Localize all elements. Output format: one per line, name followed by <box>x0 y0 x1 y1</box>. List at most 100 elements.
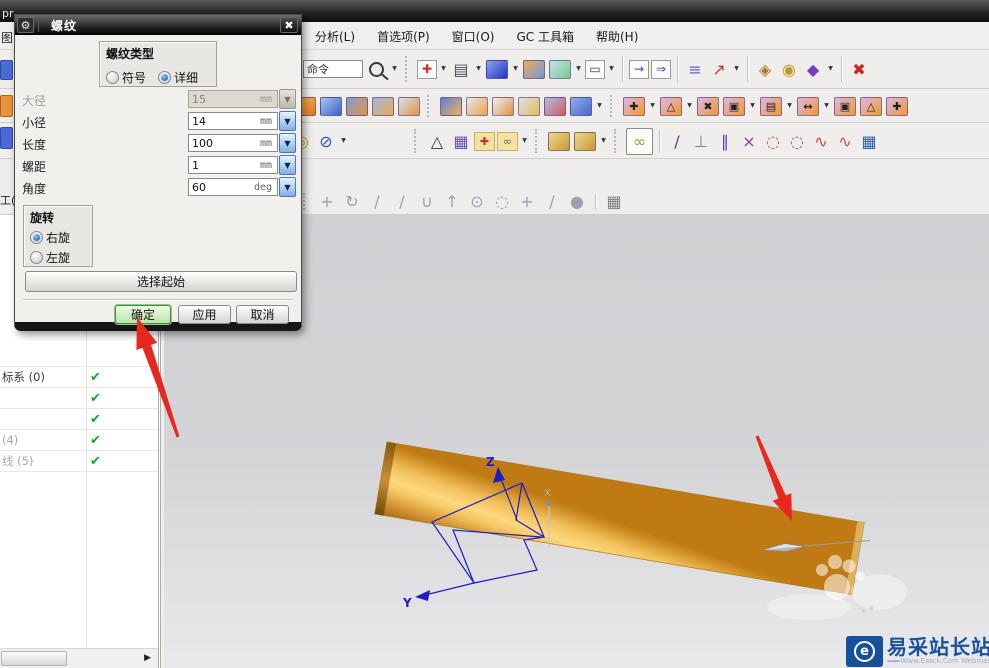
display-mode-icon[interactable]: ▤ <box>450 57 472 82</box>
block-feature-icon[interactable] <box>440 96 462 116</box>
navigator-row[interactable]: ✔ <box>0 388 158 409</box>
bend-feature-icon[interactable] <box>492 96 514 116</box>
resize-face-dropdown-icon[interactable]: ▼ <box>822 101 831 111</box>
select-start-button[interactable]: 选择起始 <box>25 271 297 292</box>
cancel-button[interactable]: 取消 <box>236 305 289 324</box>
display-mode-dropdown-icon[interactable]: ▼ <box>474 64 483 74</box>
field-input[interactable]: 14 mm <box>188 112 278 130</box>
rib-feature-icon[interactable] <box>372 96 394 116</box>
radio-left-hand-circle[interactable] <box>30 251 43 264</box>
ref-circle2-icon[interactable]: ◌ <box>786 129 808 154</box>
radio-detailed-circle[interactable] <box>158 71 172 84</box>
pad-feature-icon[interactable] <box>320 96 342 116</box>
snap-center-icon[interactable]: ⊙ <box>466 189 488 214</box>
sketch-axes-icon[interactable]: ⊥ <box>690 129 712 154</box>
sketch-line-icon[interactable]: / <box>666 129 688 154</box>
ref-circle-icon[interactable]: ◌ <box>762 129 784 154</box>
field-spinner-button[interactable]: ▼ <box>279 133 296 153</box>
interrupt-icon[interactable]: ✖ <box>848 57 870 82</box>
checkmark-icon[interactable]: ✔ <box>90 454 101 469</box>
parallel-constraint-icon[interactable]: ∥ <box>714 129 736 154</box>
field-spinner-button[interactable]: ▼ <box>279 177 296 197</box>
close-icon[interactable]: ✖ <box>280 17 298 33</box>
pocket-feature-icon[interactable] <box>346 96 368 116</box>
group-folder-icon[interactable]: ∞ <box>497 131 518 151</box>
assembly-icon[interactable] <box>548 131 570 151</box>
navigator-row[interactable] <box>0 346 158 367</box>
show-hide-icon[interactable]: ◆ <box>802 57 824 82</box>
pyramid-feature-icon[interactable] <box>544 96 566 116</box>
snap-point-icon[interactable]: + <box>316 189 338 214</box>
surface-grid-icon[interactable]: ▦ <box>858 129 880 154</box>
menu-preferences[interactable]: 首选项(P) <box>368 25 439 48</box>
make-coplanar-icon[interactable]: ▣ <box>834 96 856 116</box>
window-style-dropdown-icon[interactable]: ▼ <box>607 64 616 74</box>
grid-icon[interactable]: ▦ <box>603 189 625 214</box>
layer-settings-icon[interactable]: ≡ <box>684 57 706 82</box>
copy-face-icon[interactable]: ▣ <box>723 96 745 116</box>
assembly-dropdown-icon[interactable]: ▼ <box>599 136 608 146</box>
scrollbar-right-arrow[interactable]: ▶ <box>144 653 151 663</box>
checkmark-icon[interactable]: ✔ <box>90 370 101 385</box>
object-display-icon[interactable]: ◉ <box>778 57 800 82</box>
clip-section-dropdown-icon[interactable]: ▼ <box>574 64 583 74</box>
folder-dropdown-icon[interactable]: ▼ <box>520 136 529 146</box>
curve-dropdown-icon[interactable]: ▼ <box>339 136 348 146</box>
move-to-layer-icon[interactable]: → <box>629 59 649 79</box>
csys-orientation-icon[interactable]: ↗ <box>708 57 730 82</box>
resize-face-icon[interactable]: ↔ <box>797 96 819 116</box>
offset-region-icon[interactable]: △ <box>660 96 682 116</box>
sheet-feature-icon[interactable] <box>466 96 488 116</box>
search-icon[interactable] <box>369 61 384 77</box>
move-face-dropdown-icon[interactable]: ▼ <box>648 101 657 111</box>
suppress-helix-icon[interactable]: ⊘ <box>315 129 337 154</box>
menu-window[interactable]: 窗口(O) <box>443 25 504 48</box>
assembly-explode-icon[interactable] <box>574 131 596 151</box>
cylinder-model[interactable] <box>374 441 865 596</box>
snap-endpoint-icon[interactable]: / <box>366 189 388 214</box>
primitive-dropdown-icon[interactable]: ▼ <box>595 101 604 111</box>
table-icon[interactable]: ▦ <box>450 129 472 154</box>
pattern-face-dropdown-icon[interactable]: ▼ <box>785 101 794 111</box>
shaded-view-dropdown-icon[interactable]: ▼ <box>511 64 520 74</box>
edit-object-display-icon[interactable]: ◈ <box>754 57 776 82</box>
fit-view-icon[interactable]: ✚ <box>417 59 437 79</box>
command-search-input[interactable]: 命令 <box>303 60 363 78</box>
scrollbar-thumb[interactable] <box>1 651 67 666</box>
move-face-icon[interactable]: ✚ <box>623 96 645 116</box>
shaded-view-icon[interactable] <box>486 59 508 79</box>
show-hide-dropdown-icon[interactable]: ▼ <box>826 64 835 74</box>
point-set-folder-icon[interactable]: ✚ <box>474 131 495 151</box>
radio-left-hand[interactable]: 左旋 <box>30 249 86 266</box>
menu-help[interactable]: 帮助(H) <box>587 25 647 48</box>
offset-region-dropdown-icon[interactable]: ▼ <box>685 101 694 111</box>
spline-icon[interactable]: ∿ <box>810 129 832 154</box>
clip-section-icon[interactable] <box>549 59 571 79</box>
dialog-titlebar[interactable]: ⚙ 螺纹 ✖ <box>15 15 301 35</box>
copy-to-layer-icon[interactable]: ⇒ <box>651 59 671 79</box>
field-input[interactable]: 100 mm <box>188 134 278 152</box>
make-symmetric-icon[interactable]: △ <box>860 96 882 116</box>
datum-plane-icon[interactable]: △ <box>426 129 448 154</box>
radio-symbolic[interactable]: 符号 <box>106 69 146 86</box>
snap-point-on-face-icon[interactable]: ● <box>566 189 588 214</box>
navigator-row[interactable]: 线 (5) ✔ <box>0 451 158 472</box>
search-dropdown-icon[interactable]: ▼ <box>390 64 399 74</box>
field-spinner-button[interactable]: ▼ <box>279 155 296 175</box>
checkmark-icon[interactable]: ✔ <box>90 433 101 448</box>
window-style-icon[interactable]: ▭ <box>585 59 605 79</box>
radio-right-hand-circle[interactable] <box>30 231 43 244</box>
radio-detailed[interactable]: 详细 <box>158 69 198 86</box>
pull-face-icon[interactable] <box>398 96 420 116</box>
chain-link-icon[interactable]: ∞ <box>626 127 653 155</box>
pattern-face-icon[interactable]: ▤ <box>760 96 782 116</box>
snap-quadrant-icon[interactable]: ◌ <box>491 189 513 214</box>
menu-analysis[interactable]: 分析(L) <box>306 25 364 48</box>
field-spinner-button[interactable]: ▼ <box>279 111 296 131</box>
fit-view-dropdown-icon[interactable]: ▼ <box>439 64 448 74</box>
snap-rotate-icon[interactable]: ↻ <box>341 189 363 214</box>
csys-dropdown-icon[interactable]: ▼ <box>732 64 741 74</box>
apply-button[interactable]: 应用 <box>178 305 231 324</box>
polyhedron-icon[interactable] <box>570 96 592 116</box>
move-region-icon[interactable]: ✚ <box>886 96 908 116</box>
